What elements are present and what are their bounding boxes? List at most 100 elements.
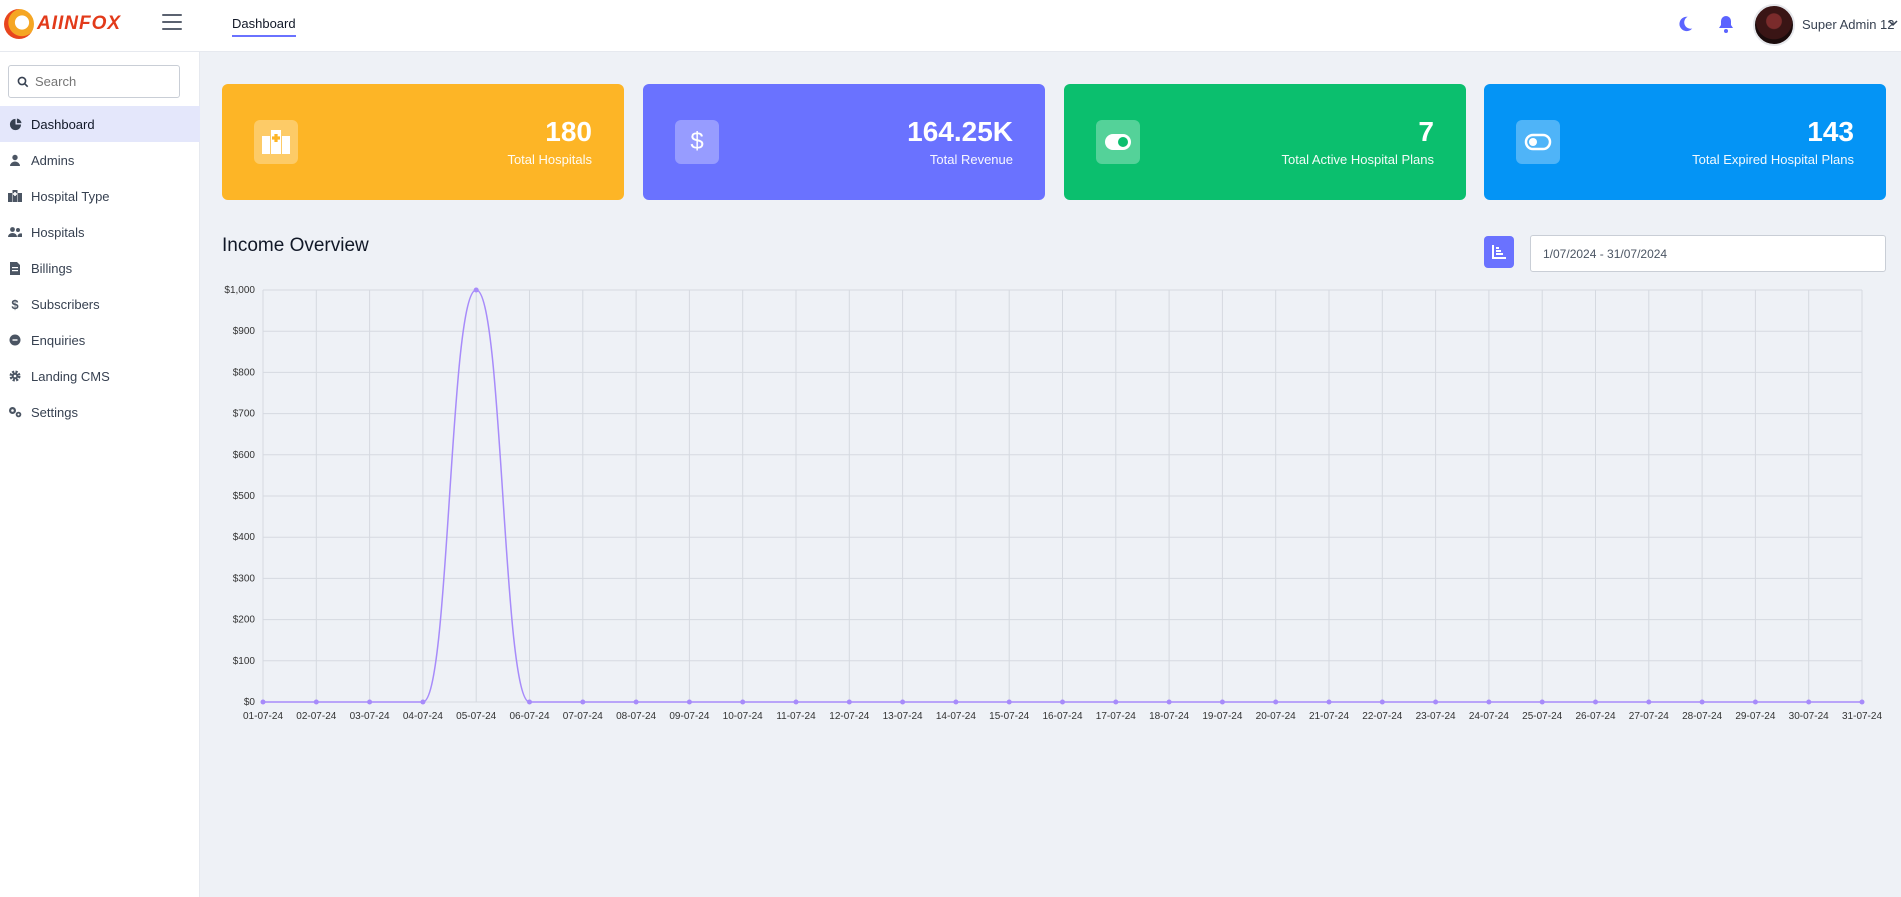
gears-icon — [8, 405, 22, 419]
x-tick-label: 10-07-24 — [723, 711, 763, 722]
brand-logo[interactable]: AIINFOX — [4, 6, 121, 42]
sidebar-item-enquiries[interactable]: Enquiries — [0, 322, 200, 358]
stat-label: Total Active Hospital Plans — [1281, 152, 1434, 167]
chevron-down-icon[interactable] — [1888, 18, 1898, 28]
data-point — [367, 699, 373, 705]
stat-card-active-plans[interactable]: 7 Total Active Hospital Plans — [1064, 84, 1466, 200]
menu-toggle-icon[interactable] — [162, 14, 182, 32]
data-point — [1646, 699, 1652, 705]
x-tick-label: 24-07-24 — [1469, 711, 1509, 722]
y-tick-label: $400 — [233, 532, 256, 543]
sidebar-item-billings[interactable]: Billings — [0, 250, 200, 286]
toggle-off-icon — [1516, 120, 1560, 164]
x-tick-label: 31-07-24 — [1842, 711, 1882, 722]
search-box[interactable] — [8, 65, 180, 98]
income-overview-title: Income Overview — [222, 235, 369, 256]
top-bar: AIINFOX Dashboard Super Admin 12 — [0, 0, 1901, 52]
data-point — [1379, 699, 1385, 705]
x-tick-label: 30-07-24 — [1789, 711, 1829, 722]
sidebar-item-admins[interactable]: Admins — [0, 142, 200, 178]
x-tick-label: 12-07-24 — [829, 711, 869, 722]
data-point — [686, 699, 692, 705]
x-tick-label: 19-07-24 — [1202, 711, 1242, 722]
x-tick-label: 22-07-24 — [1362, 711, 1402, 722]
sidebar: Dashboard Admins Hospital Type Hospitals… — [0, 52, 200, 897]
data-point — [740, 699, 746, 705]
sidebar-item-label: Settings — [31, 404, 78, 420]
x-tick-label: 13-07-24 — [883, 711, 923, 722]
sidebar-item-landing-cms[interactable]: Landing CMS — [0, 358, 200, 394]
data-point — [1539, 699, 1545, 705]
stat-card-expired-plans[interactable]: 143 Total Expired Hospital Plans — [1484, 84, 1886, 200]
data-point — [846, 699, 852, 705]
x-tick-label: 09-07-24 — [669, 711, 709, 722]
data-point — [633, 699, 639, 705]
data-point — [473, 287, 479, 293]
hospital-icon — [8, 189, 22, 203]
x-tick-label: 03-07-24 — [350, 711, 390, 722]
y-tick-label: $1,000 — [224, 285, 255, 296]
x-tick-label: 14-07-24 — [936, 711, 976, 722]
data-point — [793, 699, 799, 705]
x-tick-label: 15-07-24 — [989, 711, 1029, 722]
data-point — [1859, 699, 1865, 705]
data-point — [1593, 699, 1598, 705]
date-range-input[interactable]: 1/07/2024 - 31/07/2024 — [1530, 235, 1886, 272]
x-tick-label: 08-07-24 — [616, 711, 656, 722]
sidebar-item-hospital-type[interactable]: Hospital Type — [0, 178, 200, 214]
stat-label: Total Hospitals — [507, 152, 592, 167]
circle-icon — [8, 333, 22, 347]
y-tick-label: $700 — [233, 409, 256, 420]
data-point — [1006, 699, 1012, 705]
x-tick-label: 05-07-24 — [456, 711, 496, 722]
search-icon — [17, 76, 29, 87]
stat-card-total-revenue[interactable]: $ 164.25K Total Revenue — [643, 84, 1045, 200]
y-tick-label: $200 — [233, 615, 256, 626]
stat-value: 143 — [1807, 116, 1854, 147]
tab-dashboard[interactable]: Dashboard — [232, 16, 296, 37]
x-tick-label: 17-07-24 — [1096, 711, 1136, 722]
avatar[interactable] — [1753, 4, 1795, 46]
x-tick-label: 25-07-24 — [1522, 711, 1562, 722]
search-input[interactable] — [35, 74, 165, 89]
dark-mode-moon-icon[interactable] — [1676, 15, 1694, 33]
data-point — [900, 699, 906, 705]
stat-card-total-hospitals[interactable]: 180 Total Hospitals — [222, 84, 624, 200]
bar-chart-icon — [1492, 245, 1506, 259]
data-point — [1433, 699, 1439, 705]
y-tick-label: $300 — [233, 573, 256, 584]
y-tick-label: $600 — [233, 450, 256, 461]
stat-value: 164.25K — [907, 116, 1013, 147]
x-tick-label: 07-07-24 — [563, 711, 603, 722]
sidebar-item-label: Hospitals — [31, 224, 85, 240]
y-tick-label: $100 — [233, 656, 256, 667]
x-tick-label: 02-07-24 — [296, 711, 336, 722]
data-point — [1806, 699, 1812, 705]
stat-value: 180 — [545, 116, 592, 147]
chart-type-button[interactable] — [1484, 236, 1514, 268]
data-point — [1113, 699, 1119, 705]
sidebar-item-settings[interactable]: Settings — [0, 394, 200, 430]
sidebar-item-dashboard[interactable]: Dashboard — [0, 106, 200, 142]
x-tick-label: 20-07-24 — [1256, 711, 1296, 722]
x-tick-label: 28-07-24 — [1682, 711, 1722, 722]
x-tick-label: 06-07-24 — [509, 711, 549, 722]
user-name[interactable]: Super Admin 12 — [1802, 17, 1895, 32]
data-point — [953, 699, 959, 705]
sidebar-item-subscribers[interactable]: $ Subscribers — [0, 286, 200, 322]
dollar-icon: $ — [675, 120, 719, 164]
data-point — [1166, 699, 1172, 705]
data-point — [260, 699, 266, 705]
user-icon — [8, 153, 22, 167]
y-tick-label: $500 — [233, 491, 256, 502]
sidebar-item-label: Admins — [31, 152, 75, 168]
x-tick-label: 16-07-24 — [1042, 711, 1082, 722]
stat-label: Total Revenue — [929, 152, 1013, 167]
sidebar-item-hospitals[interactable]: Hospitals — [0, 214, 200, 250]
income-line-chart: $0 $100 $200 $300 $400 $500 $600 $700 $800 $900 $1… — [224, 285, 1882, 722]
logo-text: AIINFOX — [37, 13, 122, 34]
x-tick-label: 26-07-24 — [1575, 711, 1615, 722]
sidebar-item-label: Enquiries — [31, 332, 86, 348]
notification-bell-icon[interactable] — [1716, 14, 1736, 34]
sidebar-item-label: Billings — [31, 260, 73, 276]
